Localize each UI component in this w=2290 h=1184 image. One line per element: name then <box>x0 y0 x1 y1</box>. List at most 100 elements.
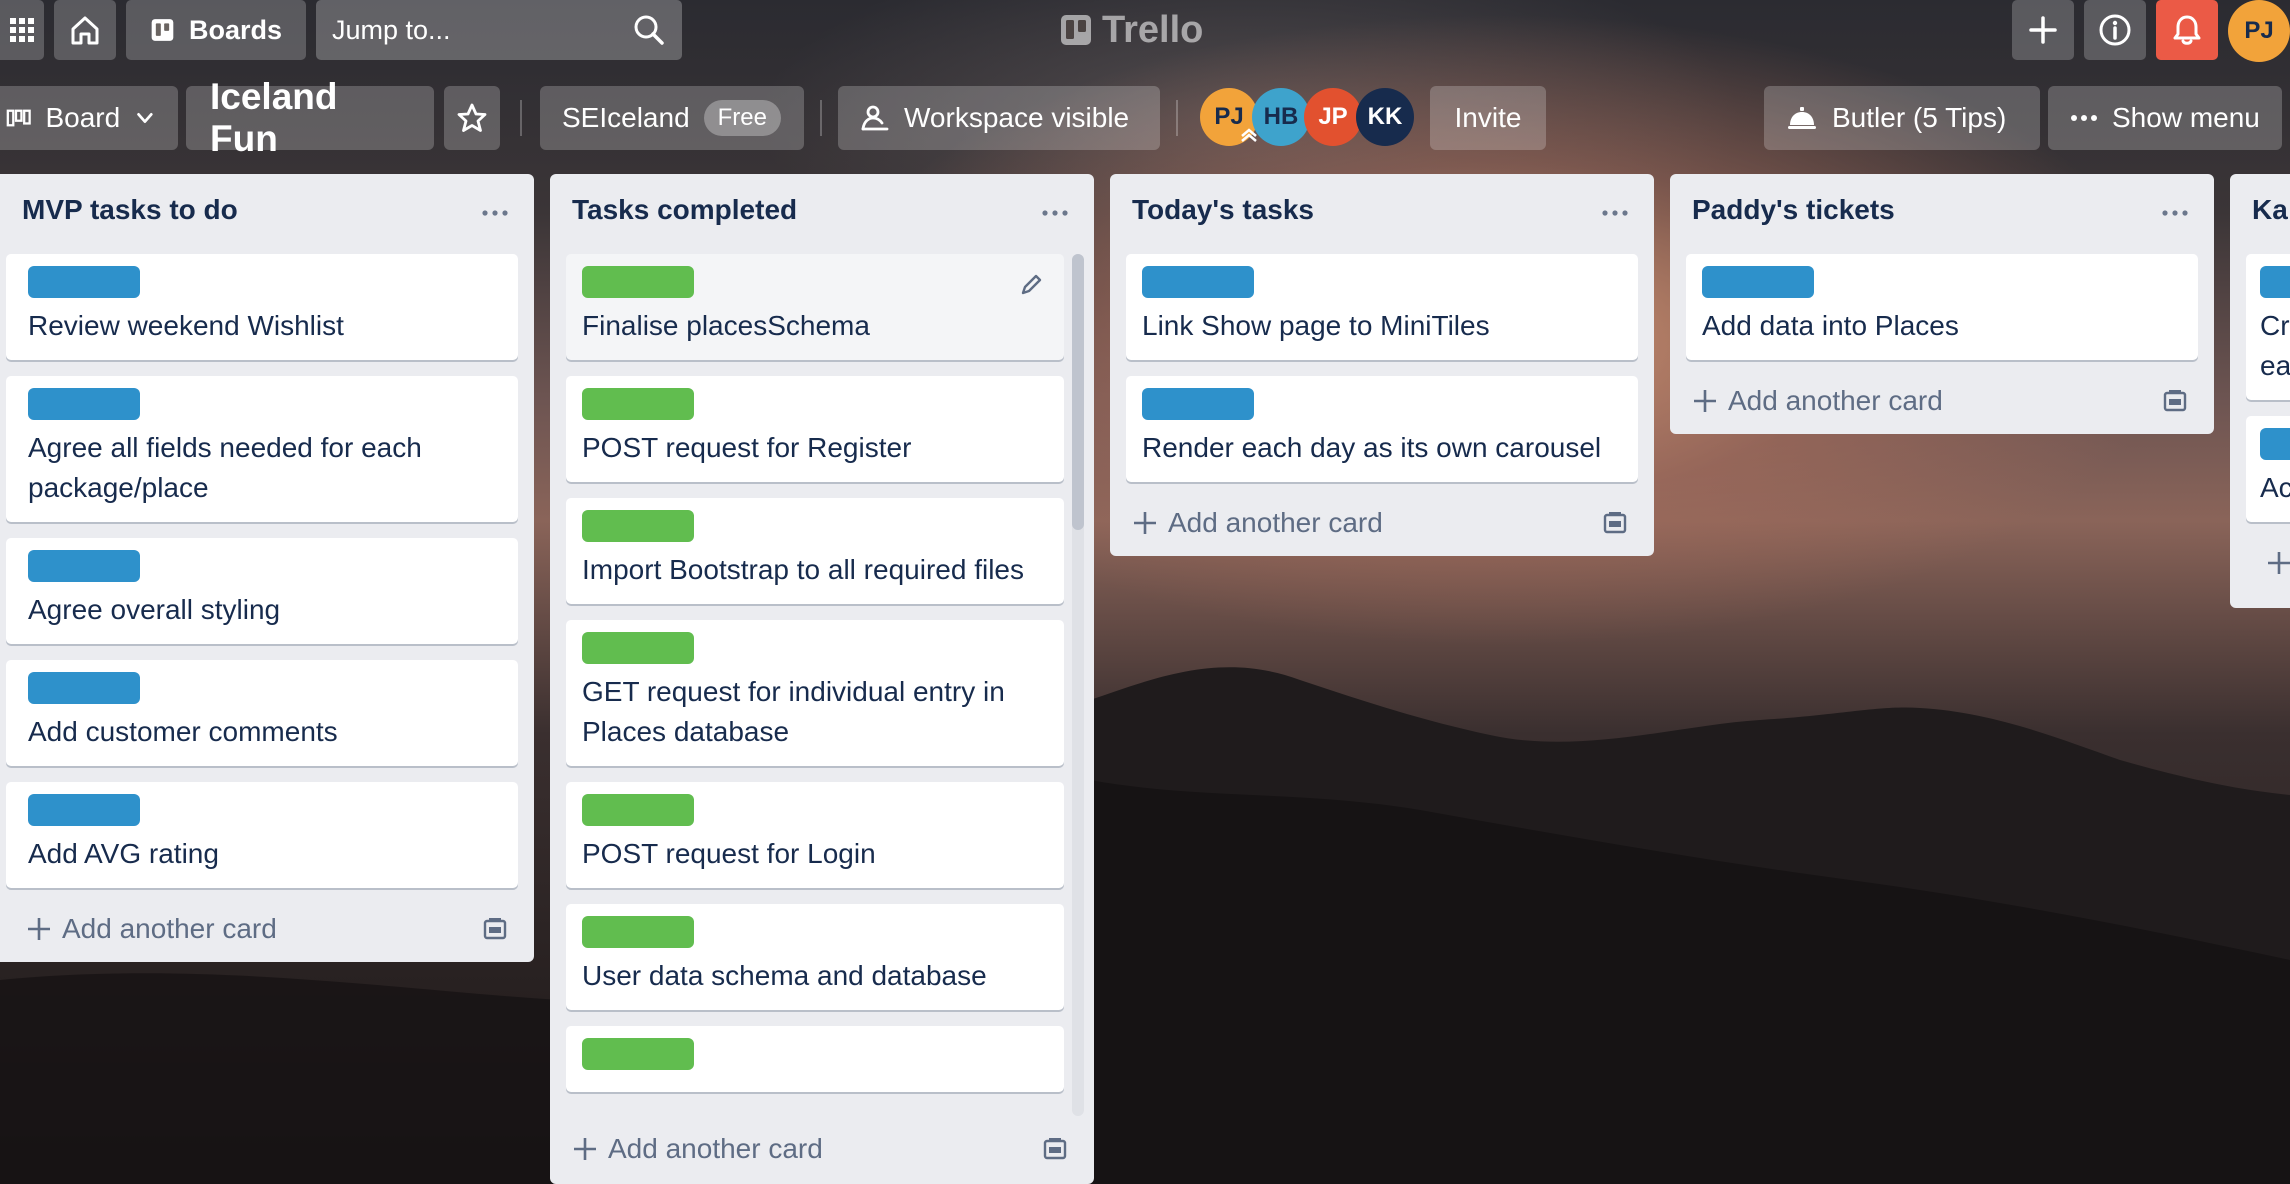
list-card[interactable]: Finalise placesSchema <box>566 254 1064 360</box>
add-card-label: Add another card <box>1168 507 1383 538</box>
card-label[interactable] <box>1142 266 1254 298</box>
list-header[interactable]: MVP tasks to do <box>0 174 534 254</box>
workspace-button[interactable]: SEIceland Free <box>540 86 804 150</box>
list-card[interactable] <box>566 1026 1064 1092</box>
card-label[interactable] <box>582 916 694 948</box>
list-partial-ka: Ka Cr ea Ac <box>2230 174 2290 608</box>
card-label[interactable] <box>28 388 140 420</box>
list-card[interactable]: POST request for Login <box>566 782 1064 888</box>
search-placeholder: Jump to... <box>332 14 451 45</box>
butler-button[interactable]: Butler (5 Tips) <box>1764 86 2040 150</box>
card-label[interactable] <box>582 388 694 420</box>
card-list: Review weekend Wishlist Agree all fields… <box>0 254 534 888</box>
list-header[interactable]: Tasks completed <box>550 174 1094 254</box>
card-title: Finalise placesSchema <box>582 310 870 341</box>
list-card[interactable]: User data schema and database <box>566 904 1064 1010</box>
plus-icon <box>2029 16 2057 44</box>
list-card[interactable]: Add customer comments <box>6 660 518 766</box>
create-button[interactable] <box>2012 0 2074 60</box>
member-avatar-jp[interactable]: JP <box>1304 88 1362 146</box>
list-card[interactable]: Agree overall styling <box>6 538 518 644</box>
add-card-button[interactable]: Add another card <box>1110 490 1654 556</box>
card-label[interactable] <box>582 510 694 542</box>
card-label[interactable] <box>28 266 140 298</box>
add-card-button[interactable]: Add another card <box>0 896 534 962</box>
card-label[interactable] <box>582 794 694 826</box>
board-icon <box>151 19 174 41</box>
header-divider <box>820 100 822 136</box>
list-card[interactable]: Agree all fields needed for each package… <box>6 376 518 522</box>
card-title: Add AVG rating <box>28 838 219 869</box>
card-label[interactable] <box>1142 388 1254 420</box>
trello-logo-icon <box>1061 15 1091 45</box>
card-label[interactable] <box>28 794 140 826</box>
list-menu-icon[interactable] <box>2160 198 2190 228</box>
card-label[interactable] <box>582 1038 694 1070</box>
card-label[interactable] <box>2260 266 2290 298</box>
butler-bell-icon <box>1788 107 1816 129</box>
apps-switcher-button[interactable] <box>0 0 44 60</box>
card-label[interactable] <box>1702 266 1814 298</box>
list-card[interactable]: GET request for individual entry in Plac… <box>566 620 1064 766</box>
notifications-button[interactable] <box>2156 0 2218 60</box>
more-dots-icon <box>2071 115 2097 121</box>
list-card[interactable]: Import Bootstrap to all required files <box>566 498 1064 604</box>
invite-button[interactable]: Invite <box>1430 86 1546 150</box>
workspace-name: SEIceland <box>562 102 690 133</box>
list-card[interactable]: Review weekend Wishlist <box>6 254 518 360</box>
card-list: Add data into Places <box>1670 254 2214 360</box>
card-label[interactable] <box>28 550 140 582</box>
list-header[interactable]: Ka <box>2230 174 2290 254</box>
add-card-button[interactable]: Add another card <box>1670 368 2214 434</box>
list-title: Tasks completed <box>572 194 798 225</box>
list-card[interactable]: Ac <box>2246 416 2290 522</box>
home-button[interactable] <box>54 0 116 60</box>
plus-icon[interactable] <box>2266 550 2290 576</box>
card-label[interactable] <box>2260 428 2290 460</box>
add-card-button[interactable]: Add another card <box>550 1116 1094 1182</box>
member-initials: JP <box>1318 103 1348 130</box>
list-menu-icon[interactable] <box>1040 198 1070 228</box>
list-card[interactable]: Add data into Places <box>1686 254 2198 360</box>
member-avatar-kk[interactable]: KK <box>1356 88 1414 146</box>
list-card[interactable]: POST request for Register <box>566 376 1064 482</box>
card-label[interactable] <box>28 672 140 704</box>
card-template-icon[interactable] <box>1602 510 1628 536</box>
pencil-edit-icon[interactable] <box>1018 272 1044 298</box>
card-title: GET request for individual entry in Plac… <box>582 676 1005 747</box>
card-template-icon[interactable] <box>1042 1136 1068 1162</box>
board-view-switcher[interactable]: Board <box>0 86 178 150</box>
card-template-icon[interactable] <box>482 916 508 942</box>
user-avatar[interactable]: PJ <box>2228 0 2290 62</box>
jump-to-search[interactable]: Jump to... <box>316 0 682 60</box>
home-icon <box>71 16 99 45</box>
information-button[interactable] <box>2084 0 2146 60</box>
list-menu-icon[interactable] <box>1600 198 1630 228</box>
boards-button[interactable]: Boards <box>126 0 306 60</box>
board-title[interactable]: Iceland Fun <box>186 76 434 159</box>
scrollbar-thumb[interactable] <box>1072 254 1084 530</box>
card-label[interactable] <box>582 266 694 298</box>
trello-logo[interactable]: Trello <box>1060 8 1203 52</box>
bell-icon <box>2173 15 2201 45</box>
list-card[interactable]: Cr ea <box>2246 254 2290 400</box>
list-card[interactable]: Render each day as its own carousel <box>1126 376 1638 482</box>
list-scrollbar[interactable] <box>1072 254 1084 1116</box>
visibility-button[interactable]: Workspace visible <box>838 86 1160 150</box>
member-initials: HB <box>1263 103 1299 130</box>
list-header[interactable]: Paddy's tickets <box>1670 174 2214 254</box>
card-title: Add customer comments <box>28 716 338 747</box>
star-board-button[interactable] <box>444 86 500 150</box>
list-title: Ka <box>2252 194 2288 225</box>
show-menu-button[interactable]: Show menu <box>2048 86 2282 150</box>
list-card[interactable]: Link Show page to MiniTiles <box>1126 254 1638 360</box>
list-menu-icon[interactable] <box>480 198 510 228</box>
visibility-label: Workspace visible <box>904 102 1130 133</box>
card-label[interactable] <box>582 632 694 664</box>
member-avatar-hb[interactable]: HB <box>1252 88 1310 146</box>
card-title: Add data into Places <box>1702 310 1959 341</box>
card-template-icon[interactable] <box>2162 388 2188 414</box>
list-header[interactable]: Today's tasks <box>1110 174 1654 254</box>
list-title: Today's tasks <box>1132 194 1314 225</box>
list-card[interactable]: Add AVG rating <box>6 782 518 888</box>
